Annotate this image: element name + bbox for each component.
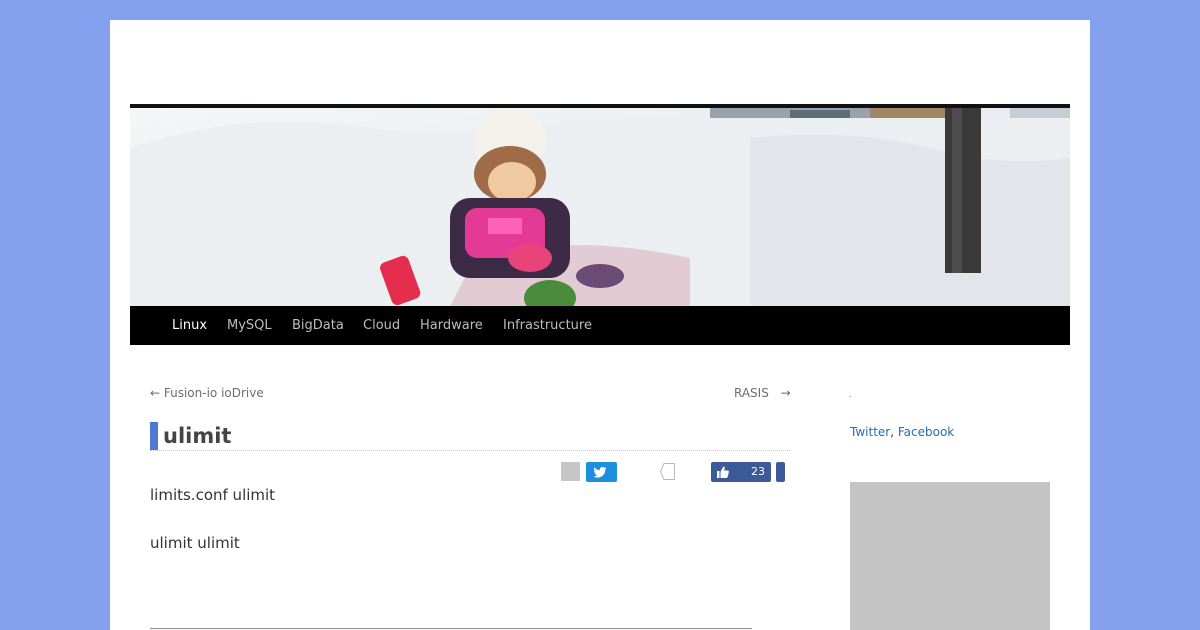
sidebar-twitter-link[interactable]: Twitter bbox=[850, 425, 890, 439]
sidebar-facebook-link[interactable]: Facebook bbox=[898, 425, 954, 439]
sidebar-social-links: Twitter, Facebook bbox=[850, 425, 954, 439]
facebook-share-tab[interactable] bbox=[776, 462, 785, 482]
post-title: ulimit bbox=[163, 424, 232, 448]
previous-post-link[interactable]: ← Fusion-io ioDrive bbox=[150, 386, 264, 400]
post-paragraph: limits.conf ulimit bbox=[150, 486, 276, 504]
next-post-link[interactable]: RASIS → bbox=[734, 386, 791, 400]
thumbs-up-icon bbox=[717, 466, 729, 478]
arrow-right-icon: → bbox=[780, 386, 791, 400]
nav-item-bigdata[interactable]: BigData bbox=[292, 306, 344, 345]
next-post-label: RASIS bbox=[734, 386, 769, 400]
post-paragraph: ulimit ulimit bbox=[150, 534, 240, 552]
nav-item-hardware[interactable]: Hardware bbox=[420, 306, 483, 345]
page-container: Linux MySQL BigData Cloud Hardware Infra… bbox=[110, 20, 1090, 630]
header-snow-photo bbox=[130, 108, 1070, 306]
content-divider bbox=[150, 628, 752, 629]
nav-item-linux[interactable]: Linux bbox=[172, 306, 207, 345]
hatena-bookmark-icon bbox=[659, 463, 675, 480]
facebook-like-button[interactable]: 23 bbox=[711, 462, 771, 482]
twitter-share-button[interactable] bbox=[586, 462, 617, 482]
nav-item-mysql[interactable]: MySQL bbox=[227, 306, 272, 345]
title-accent-bar bbox=[150, 422, 158, 450]
nav-item-infrastructure[interactable]: Infrastructure bbox=[503, 306, 592, 345]
post-title-block: ulimit bbox=[150, 422, 790, 451]
like-count: 23 bbox=[751, 465, 765, 478]
twitter-icon bbox=[593, 466, 607, 478]
nav-item-cloud[interactable]: Cloud bbox=[363, 306, 400, 345]
hatena-bookmark-button[interactable] bbox=[659, 462, 676, 481]
header-image bbox=[130, 108, 1070, 306]
sidebar-ad-placeholder bbox=[850, 482, 1050, 630]
sidebar-dot: . bbox=[849, 390, 852, 399]
share-placeholder-icon[interactable] bbox=[561, 462, 580, 481]
sidebar-link-separator: , bbox=[890, 425, 898, 439]
main-navigation: Linux MySQL BigData Cloud Hardware Infra… bbox=[130, 306, 1070, 345]
